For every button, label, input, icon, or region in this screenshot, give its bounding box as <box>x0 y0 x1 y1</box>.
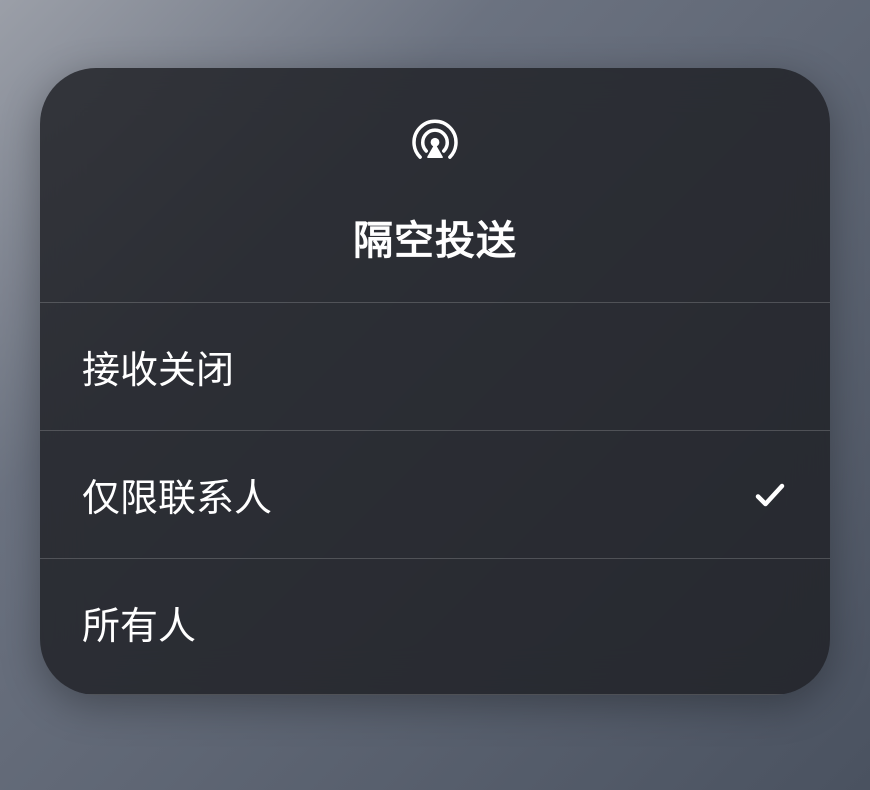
option-label: 接收关闭 <box>82 339 234 394</box>
option-label: 所有人 <box>82 595 196 650</box>
option-receiving-off[interactable]: 接收关闭 <box>40 302 830 430</box>
panel-title: 隔空投送 <box>353 208 517 266</box>
panel-header: 隔空投送 <box>40 68 830 302</box>
option-everyone[interactable]: 所有人 <box>40 558 830 695</box>
airdrop-icon <box>407 116 463 172</box>
check-icon <box>752 477 788 513</box>
options-list: 接收关闭 仅限联系人 所有人 <box>40 302 830 695</box>
option-label: 仅限联系人 <box>82 467 272 522</box>
option-contacts-only[interactable]: 仅限联系人 <box>40 430 830 558</box>
airdrop-panel: 隔空投送 接收关闭 仅限联系人 所有人 <box>40 68 830 695</box>
